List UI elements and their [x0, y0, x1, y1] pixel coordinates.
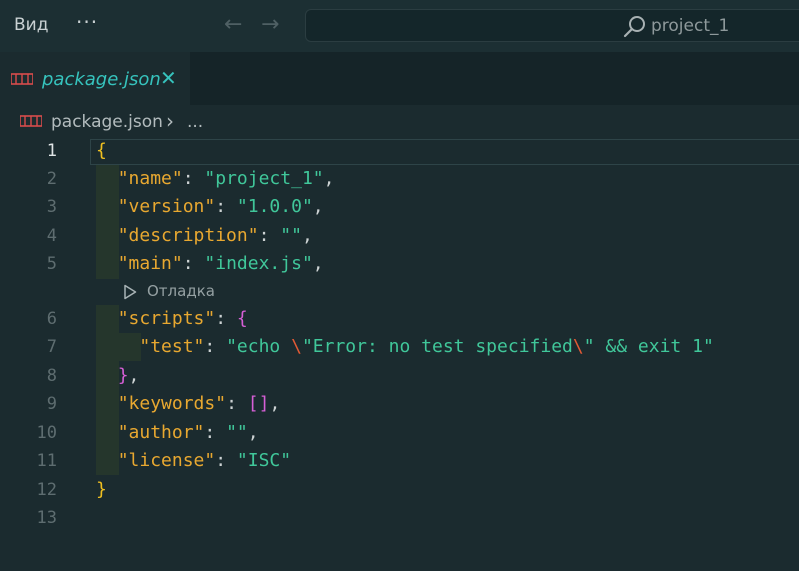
code-line: 11 "license": "ISC" [0, 447, 799, 475]
line-number: 9 [46, 394, 57, 414]
line-number: 3 [46, 197, 57, 217]
json-key: "version" [117, 196, 216, 217]
json-key: "name" [117, 168, 183, 189]
search-icon [623, 16, 645, 38]
brace: } [96, 479, 107, 500]
breadcrumb: package.json › ... [0, 105, 799, 137]
codelens-label: Отладка [147, 282, 215, 300]
command-center-search[interactable]: project_1 [305, 9, 799, 42]
json-value: "Error: no test specified [301, 336, 573, 357]
comma: , [312, 253, 324, 274]
code-line: 13 [0, 504, 799, 532]
breadcrumb-file[interactable]: package.json [51, 112, 163, 132]
title-bar: Вид ··· ← → project_1 [0, 0, 799, 52]
breadcrumb-symbols[interactable]: ... [187, 112, 203, 132]
comma: , [301, 225, 313, 246]
colon: : [215, 196, 237, 217]
json-value: "" [226, 422, 248, 443]
json-value: "1.0.0" [236, 196, 313, 217]
colon: : [258, 225, 281, 246]
code-line: 4 "description": "", [0, 222, 799, 250]
bracket: [] [247, 393, 270, 414]
json-key: "keywords" [117, 393, 227, 414]
colon: : [215, 308, 237, 329]
colon: : [204, 422, 227, 443]
chevron-right-icon: › [166, 109, 174, 133]
code-line: 2 "name": "project_1", [0, 165, 799, 193]
code-line: 3 "version": "1.0.0", [0, 193, 799, 221]
line-number: 7 [46, 337, 57, 357]
line-number: 6 [46, 309, 57, 329]
search-text: project_1 [651, 16, 730, 36]
colon: : [215, 450, 237, 471]
line-number: 5 [46, 254, 57, 274]
code-line: 12 } [0, 476, 799, 504]
tab-bar: package.json ✕ [0, 52, 799, 106]
more-menu-button[interactable]: ··· [76, 10, 98, 34]
code-line: 10 "author": "", [0, 419, 799, 447]
line-number: 13 [36, 508, 57, 528]
brace: { [236, 308, 248, 329]
code-line: 6 "scripts": { [0, 305, 799, 333]
json-key: "author" [117, 422, 205, 443]
comma: , [128, 365, 140, 386]
line-number: 8 [46, 366, 57, 386]
arrow-left-icon[interactable]: ← [224, 12, 242, 37]
json-value: " && exit 1" [583, 336, 714, 357]
comma: , [312, 196, 324, 217]
json-value: "echo [226, 336, 292, 357]
line-number: 11 [36, 451, 57, 471]
json-key: "main" [117, 253, 183, 274]
tab-package-json[interactable]: package.json ✕ [0, 52, 190, 106]
json-value: "index.js" [204, 253, 313, 274]
json-file-icon [20, 115, 42, 127]
arrow-right-icon[interactable]: → [261, 12, 279, 37]
json-file-icon [11, 73, 33, 85]
line-number: 10 [36, 423, 57, 443]
comma: , [269, 393, 281, 414]
comma: , [247, 422, 259, 443]
brace: } [117, 365, 129, 386]
code-line: 7 "test": "echo \"Error: no test specifi… [0, 333, 799, 361]
code-line: 9 "keywords": [], [0, 390, 799, 418]
json-value: "" [280, 225, 302, 246]
code-line: 5 "main": "index.js", [0, 250, 799, 278]
json-key: "test" [139, 336, 205, 357]
escape-char: \ [291, 336, 302, 357]
tab-label: package.json [42, 69, 161, 90]
json-value: "ISC" [236, 450, 292, 471]
play-icon [124, 284, 137, 300]
colon: : [182, 168, 205, 189]
line-number: 12 [36, 480, 57, 500]
brace: { [96, 140, 107, 161]
colon: : [182, 253, 205, 274]
json-key: "license" [117, 450, 216, 471]
line-number: 1 [46, 141, 57, 161]
json-key: "description" [117, 225, 259, 246]
menu-view[interactable]: Вид [14, 15, 48, 35]
code-editor[interactable]: 1 { 2 "name": "project_1", 3 "version": … [0, 137, 799, 571]
code-line: 1 { [0, 137, 799, 165]
escape-char: \ [572, 336, 584, 357]
close-icon[interactable]: ✕ [160, 66, 177, 90]
json-key: "scripts" [117, 308, 216, 329]
colon: : [204, 336, 227, 357]
line-number: 2 [46, 169, 57, 189]
json-value: "project_1" [204, 168, 324, 189]
colon: : [226, 393, 248, 414]
line-number: 4 [46, 226, 57, 246]
comma: , [323, 168, 335, 189]
code-line: 8 }, [0, 362, 799, 390]
